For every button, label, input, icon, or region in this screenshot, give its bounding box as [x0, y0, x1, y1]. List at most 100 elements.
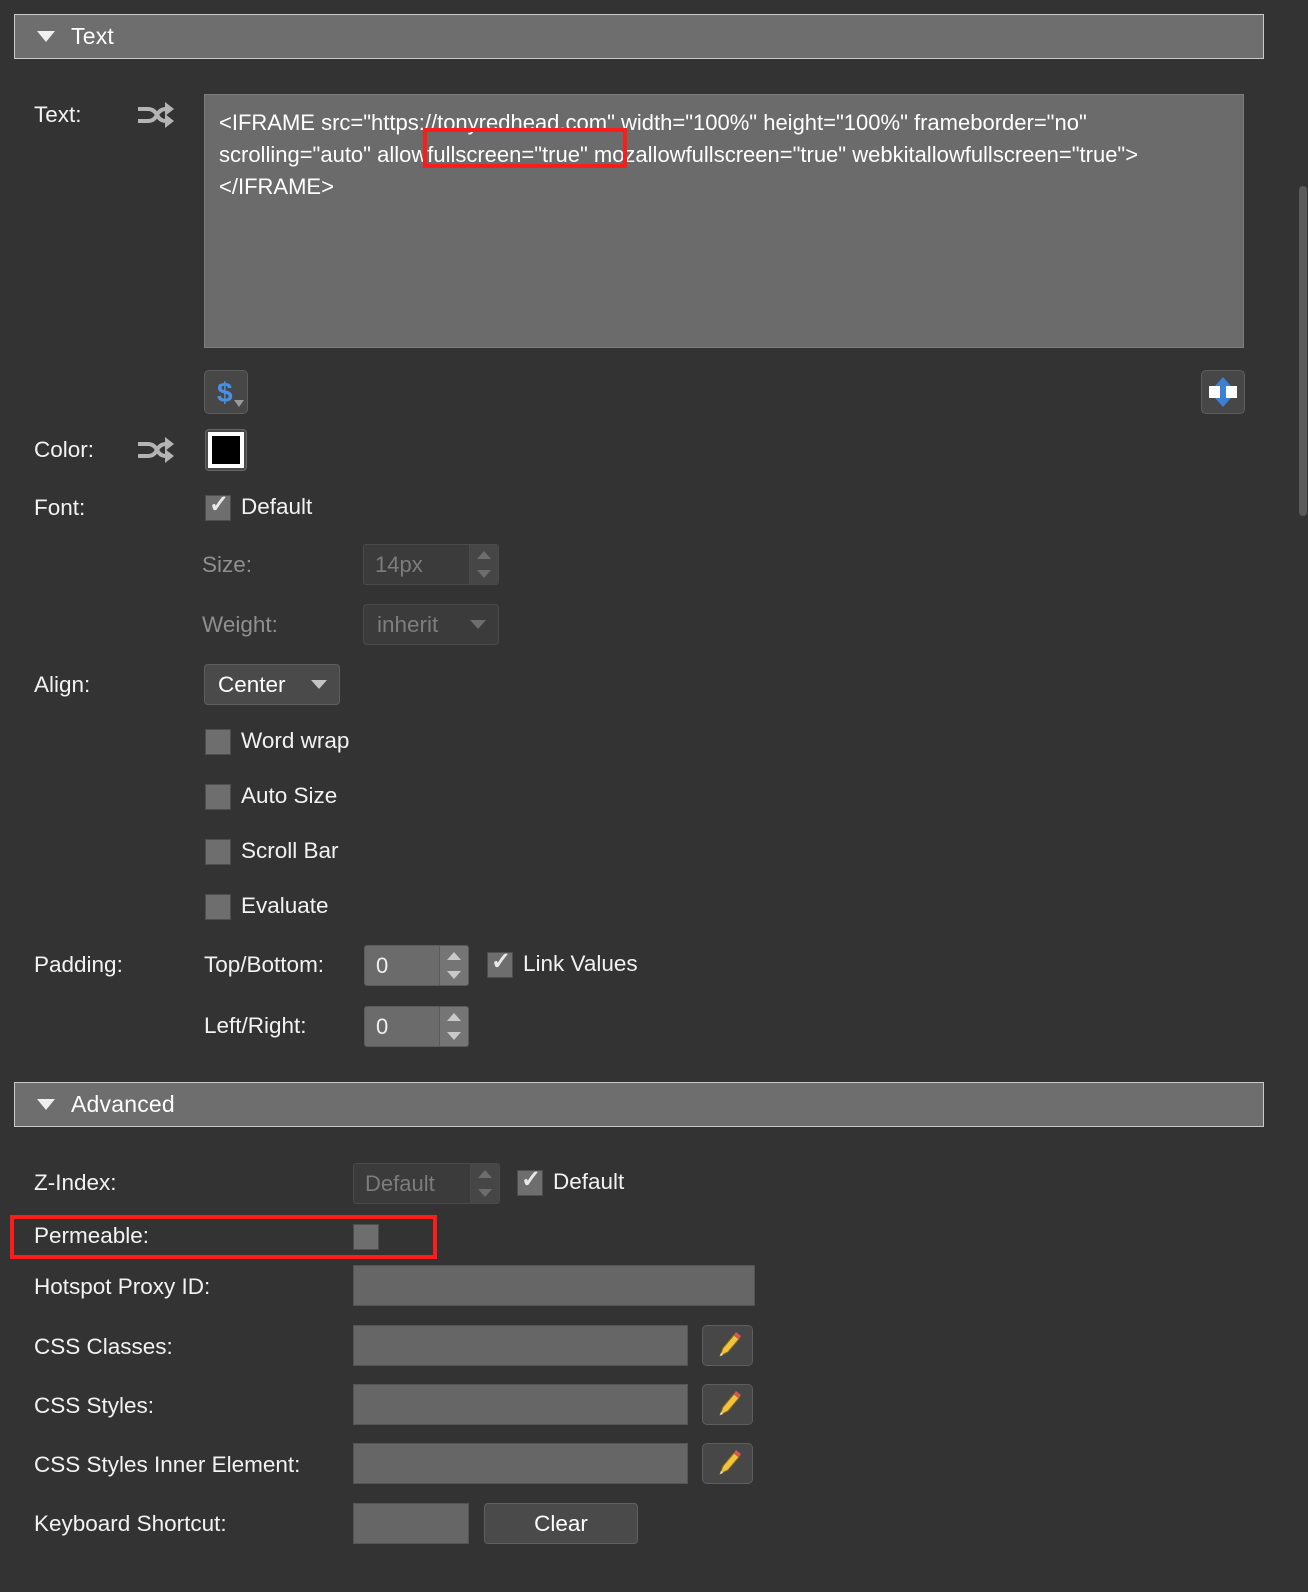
font-label: Font: — [34, 495, 86, 520]
triangle-down-icon[interactable] — [37, 1099, 55, 1110]
stepper-down-button[interactable] — [471, 1184, 499, 1204]
padding-top-bottom-value: 0 — [376, 952, 389, 978]
caret-up-icon — [477, 550, 491, 559]
color-label: Color: — [34, 437, 95, 462]
clear-shortcut-button[interactable]: Clear — [484, 1503, 638, 1544]
padding-top-bottom-label: Top/Bottom: — [204, 952, 325, 977]
z-index-stepper[interactable]: Default — [353, 1163, 500, 1204]
css-styles-label: CSS Styles: — [34, 1393, 155, 1418]
check-icon: ✓ — [209, 491, 230, 518]
text-value-textarea[interactable]: <IFRAME src="https://tonyredhead.com" wi… — [204, 94, 1244, 348]
font-weight-value: inherit — [377, 611, 439, 637]
css-styles-edit-button[interactable] — [702, 1384, 753, 1425]
font-weight-select[interactable]: inherit — [363, 604, 499, 645]
stepper-up-button[interactable] — [440, 946, 468, 966]
z-index-stepper-buttons[interactable] — [470, 1164, 499, 1203]
pencil-edit-icon — [718, 1449, 741, 1475]
section-title-text: Text — [71, 23, 114, 49]
padding-left-right-value: 0 — [376, 1013, 389, 1039]
caret-down-icon — [447, 971, 461, 980]
padding-lr-stepper-buttons[interactable] — [439, 1007, 468, 1046]
shuffle-binding-icon-color[interactable] — [136, 433, 176, 469]
align-label: Align: — [34, 672, 91, 697]
font-size-label: Size: — [202, 552, 253, 577]
check-icon: ✓ — [521, 1166, 542, 1193]
z-index-value: Default — [365, 1170, 435, 1196]
pencil-edit-icon — [718, 1331, 741, 1357]
evaluate-checkbox[interactable]: ✓ — [205, 894, 231, 920]
css-styles-inner-element-label: CSS Styles Inner Element: — [34, 1452, 301, 1477]
auto-size-checkbox[interactable]: ✓ — [205, 784, 231, 810]
align-value: Center — [218, 671, 286, 697]
padding-tb-stepper-buttons[interactable] — [439, 946, 468, 985]
stepper-up-button[interactable] — [440, 1007, 468, 1027]
auto-size-label: Auto Size — [241, 783, 338, 808]
align-select[interactable]: Center — [204, 664, 340, 705]
word-wrap-label: Word wrap — [241, 728, 350, 753]
expand-textarea-button[interactable] — [1201, 370, 1245, 414]
caret-down-icon — [478, 1189, 492, 1198]
z-index-default-label: Default — [553, 1169, 625, 1194]
link-values-label: Link Values — [523, 951, 638, 976]
insert-variable-button[interactable]: $ — [204, 370, 248, 414]
font-size-stepper-buttons[interactable] — [469, 545, 498, 584]
stepper-down-button[interactable] — [440, 966, 468, 986]
evaluate-label: Evaluate — [241, 893, 329, 918]
css-styles-input[interactable] — [353, 1384, 688, 1425]
link-values-checkbox[interactable]: ✓ — [487, 948, 513, 978]
vertical-scrollbar[interactable] — [1298, 0, 1308, 1592]
stepper-up-button[interactable] — [471, 1164, 499, 1184]
keyboard-shortcut-input[interactable] — [353, 1503, 469, 1544]
expand-vertical-arrows-icon — [1209, 377, 1237, 407]
pencil-edit-icon — [718, 1390, 741, 1416]
css-classes-label: CSS Classes: — [34, 1334, 173, 1359]
permeable-checkbox[interactable]: ✓ — [353, 1224, 379, 1250]
stepper-down-button[interactable] — [470, 565, 498, 585]
font-default-label: Default — [241, 494, 313, 519]
triangle-down-icon[interactable] — [37, 31, 55, 42]
section-header-advanced[interactable]: Advanced — [14, 1082, 1264, 1127]
hotspot-proxy-id-input[interactable] — [353, 1265, 755, 1306]
padding-top-bottom-stepper[interactable]: 0 — [364, 945, 469, 986]
padding-label: Padding: — [34, 952, 123, 977]
dollar-sign-icon: $ — [217, 377, 244, 408]
stepper-down-button[interactable] — [440, 1027, 468, 1047]
chevron-down-icon — [311, 680, 327, 689]
keyboard-shortcut-label: Keyboard Shortcut: — [34, 1511, 227, 1536]
z-index-label: Z-Index: — [34, 1170, 117, 1195]
z-index-default-checkbox[interactable]: ✓ — [517, 1166, 543, 1196]
caret-down-icon — [447, 1032, 461, 1041]
text-color-swatch[interactable] — [205, 429, 247, 471]
scrollbar-thumb[interactable] — [1299, 186, 1307, 516]
clear-button-label: Clear — [534, 1510, 588, 1536]
caret-up-icon — [447, 951, 461, 960]
color-preview — [208, 432, 244, 468]
css-styles-inner-element-input[interactable] — [353, 1443, 688, 1484]
shuffle-binding-icon[interactable] — [136, 98, 176, 134]
chevron-down-icon — [470, 620, 486, 629]
svg-text:$: $ — [217, 377, 233, 408]
text-label: Text: — [34, 102, 82, 127]
caret-down-icon — [477, 570, 491, 579]
section-title-advanced: Advanced — [71, 1091, 175, 1117]
padding-left-right-label: Left/Right: — [204, 1013, 307, 1038]
css-classes-input[interactable] — [353, 1325, 688, 1366]
word-wrap-checkbox[interactable]: ✓ — [205, 729, 231, 755]
section-header-text[interactable]: Text — [14, 14, 1264, 59]
css-styles-inner-element-edit-button[interactable] — [702, 1443, 753, 1484]
font-weight-label: Weight: — [202, 612, 278, 637]
css-classes-edit-button[interactable] — [702, 1325, 753, 1366]
font-size-stepper[interactable]: 14px — [363, 544, 499, 585]
permeable-label: Permeable: — [34, 1223, 150, 1248]
text-value-content: <IFRAME src="https://tonyredhead.com" wi… — [219, 110, 1139, 199]
caret-up-icon — [478, 1169, 492, 1178]
font-default-checkbox[interactable]: ✓ — [205, 491, 231, 521]
scroll-bar-label: Scroll Bar — [241, 838, 339, 863]
scroll-bar-checkbox[interactable]: ✓ — [205, 839, 231, 865]
hotspot-proxy-id-label: Hotspot Proxy ID: — [34, 1274, 211, 1299]
font-size-value: 14px — [375, 551, 423, 577]
padding-left-right-stepper[interactable]: 0 — [364, 1006, 469, 1047]
check-icon: ✓ — [491, 948, 512, 975]
caret-up-icon — [447, 1012, 461, 1021]
stepper-up-button[interactable] — [470, 545, 498, 565]
